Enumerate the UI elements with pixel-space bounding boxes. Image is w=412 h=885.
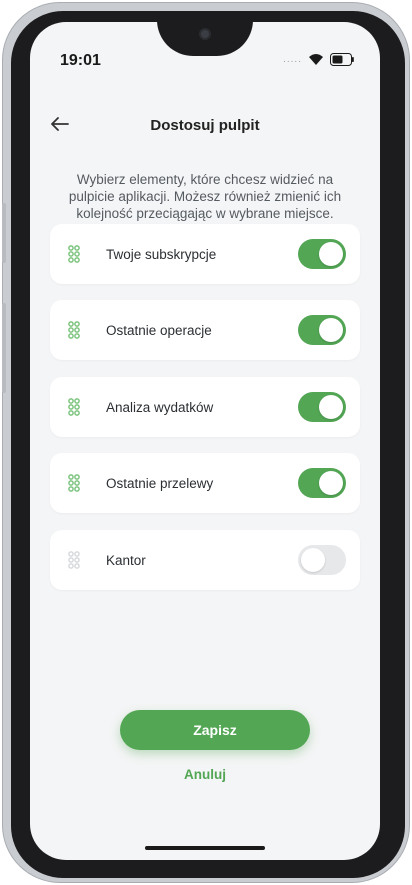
home-indicator xyxy=(145,846,265,850)
status-icons: ..... xyxy=(283,52,354,66)
side-button xyxy=(2,203,6,263)
toggle-knob xyxy=(301,548,325,572)
dashboard-item-label: Analiza wydatków xyxy=(106,399,214,415)
drag-handle-icon[interactable] xyxy=(68,244,80,264)
camera xyxy=(199,28,211,40)
dashboard-item[interactable]: Twoje subskrypcje xyxy=(50,224,360,284)
toggle-knob xyxy=(319,242,343,266)
drag-handle-icon[interactable] xyxy=(68,397,80,417)
app-screen: 19:01 ..... Dostosuj pulpit Wybierz elem… xyxy=(30,22,380,860)
status-time: 19:01 xyxy=(60,52,101,69)
signal-dots: ..... xyxy=(283,53,302,65)
visibility-toggle[interactable] xyxy=(298,392,346,422)
dashboard-item-label: Kantor xyxy=(106,552,146,568)
dashboard-item-label: Ostatnie operacje xyxy=(106,322,212,338)
dashboard-item[interactable]: Ostatnie operacje xyxy=(50,300,360,360)
drag-handle-icon[interactable] xyxy=(68,473,80,493)
visibility-toggle[interactable] xyxy=(298,239,346,269)
toggle-knob xyxy=(319,471,343,495)
dashboard-item[interactable]: Analiza wydatków xyxy=(50,377,360,437)
save-button[interactable]: Zapisz xyxy=(120,710,310,750)
wifi-icon xyxy=(309,54,323,65)
visibility-toggle[interactable] xyxy=(298,545,346,575)
dashboard-item[interactable]: Kantor xyxy=(50,530,360,590)
toggle-knob xyxy=(319,395,343,419)
battery-icon xyxy=(330,52,354,66)
toggle-knob xyxy=(319,318,343,342)
description-text: Wybierz elementy, które chcesz widzieć n… xyxy=(68,172,342,221)
notch xyxy=(157,22,253,56)
drag-handle-icon[interactable] xyxy=(68,320,80,340)
visibility-toggle[interactable] xyxy=(298,315,346,345)
cancel-button[interactable]: Anuluj xyxy=(30,767,380,782)
side-button xyxy=(2,303,6,393)
drag-handle-icon[interactable] xyxy=(68,550,80,570)
dashboard-item[interactable]: Ostatnie przelewy xyxy=(50,453,360,513)
dashboard-item-label: Ostatnie przelewy xyxy=(106,475,214,491)
page-title: Dostosuj pulpit xyxy=(150,117,260,134)
dashboard-item-label: Twoje subskrypcje xyxy=(106,246,217,262)
visibility-toggle[interactable] xyxy=(298,468,346,498)
